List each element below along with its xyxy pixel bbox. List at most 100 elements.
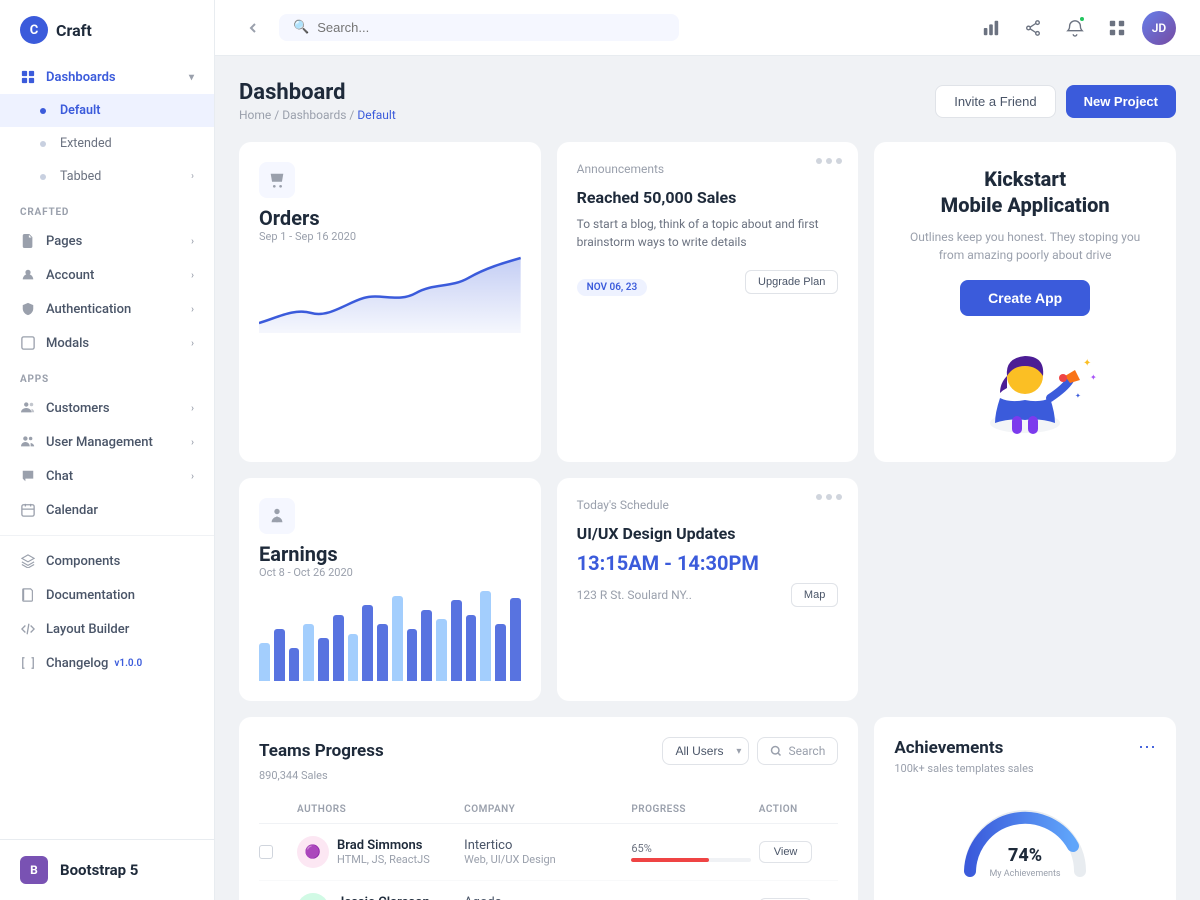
earnings-bar (451, 600, 462, 681)
chevron-right-icon: › (191, 236, 194, 247)
chevron-right-icon: › (191, 471, 194, 482)
sidebar-item-label: Dashboards (46, 70, 116, 85)
earnings-chart (259, 591, 521, 681)
user-filter[interactable]: All Users (662, 737, 749, 765)
notification-icon-btn[interactable] (1058, 11, 1092, 45)
row-checkbox[interactable] (259, 845, 273, 859)
sidebar-item-changelog[interactable]: Changelog v1.0.0 (0, 646, 214, 680)
sidebar-item-tabbed[interactable]: Tabbed › (0, 160, 214, 193)
sidebar-item-documentation[interactable]: Documentation (0, 578, 214, 612)
sidebar-item-chat[interactable]: Chat › (0, 459, 214, 493)
sidebar-item-label: Layout Builder (46, 622, 129, 637)
table-row: 🍀 Jessie Clarcson C#, ASP.NET, MS SQL Ag… (259, 881, 838, 900)
analytics-icon-btn[interactable] (974, 11, 1008, 45)
schedule-title: UI/UX Design Updates (577, 524, 839, 543)
invite-friend-button[interactable]: Invite a Friend (935, 85, 1055, 118)
dashboard-bottom-row: Teams Progress All Users Search (239, 717, 1176, 900)
table-row: 🟣 Brad Simmons HTML, JS, ReactJS Interti… (259, 824, 838, 881)
dashboard-top-row: Orders Sep 1 - Sep 16 2020 (239, 142, 1176, 462)
logo-icon: C (20, 16, 48, 44)
sidebar-item-components[interactable]: Components (0, 544, 214, 578)
company-cell: Agoda Houses & Hotels (464, 895, 623, 900)
users-icon (20, 400, 36, 416)
earnings-bar (377, 624, 388, 681)
sidebar-item-user-management[interactable]: User Management › (0, 425, 214, 459)
create-app-button[interactable]: Create App (960, 280, 1090, 316)
author-info: Jessie Clarcson C#, ASP.NET, MS SQL (337, 895, 441, 900)
author-avatar: 🟣 (297, 836, 329, 868)
earnings-bar (259, 643, 270, 681)
upgrade-plan-button[interactable]: Upgrade Plan (745, 270, 838, 294)
earnings-bar (510, 598, 521, 681)
sidebar-item-extended[interactable]: Extended (0, 127, 214, 160)
orders-chart (259, 253, 521, 333)
file-icon (20, 233, 36, 249)
company-name: Intertico (464, 838, 623, 853)
user-filter-wrapper: All Users (662, 737, 749, 765)
svg-text:✦: ✦ (1075, 392, 1081, 400)
earnings-bar (392, 596, 403, 681)
sidebar-item-pages[interactable]: Pages › (0, 224, 214, 258)
topbar: 🔍 JD (215, 0, 1200, 56)
notification-dot (1078, 15, 1086, 23)
share-icon-btn[interactable] (1016, 11, 1050, 45)
sidebar-item-customers[interactable]: Customers › (0, 391, 214, 425)
schedule-dots (816, 494, 842, 500)
sidebar-item-calendar[interactable]: Calendar (0, 493, 214, 527)
sidebar-logo[interactable]: C Craft (0, 0, 214, 60)
earnings-bar (303, 624, 314, 681)
search-bar[interactable]: 🔍 (279, 14, 679, 41)
svg-text:✦: ✦ (1090, 373, 1097, 382)
earnings-bar (362, 605, 373, 681)
teams-search[interactable]: Search (757, 737, 838, 765)
avatar[interactable]: JD (1142, 11, 1176, 45)
teams-progress-card: Teams Progress All Users Search (239, 717, 858, 900)
donut-chart: 74% My Achievements (960, 791, 1090, 891)
achievements-card: Achievements ⋯ 100k+ sales templates sal… (874, 717, 1176, 900)
promo-title: KickstartMobile Application (898, 166, 1152, 218)
sidebar-item-dashboards[interactable]: Dashboards ▾ (0, 60, 214, 94)
announcements-title: Reached 50,000 Sales (577, 188, 839, 207)
sidebar-item-modals[interactable]: Modals › (0, 326, 214, 360)
avatar-image: JD (1142, 11, 1176, 45)
search-icon: 🔍 (293, 20, 309, 35)
progress-value: 65% (631, 842, 750, 855)
earnings-bar (480, 591, 491, 681)
earnings-date: Oct 8 - Oct 26 2020 (259, 566, 521, 579)
sidebar-item-account[interactable]: Account › (0, 258, 214, 292)
inactive-dot (40, 141, 46, 147)
sidebar-item-authentication[interactable]: Authentication › (0, 292, 214, 326)
orders-card: Orders Sep 1 - Sep 16 2020 (239, 142, 541, 462)
teams-title: Teams Progress (259, 741, 384, 761)
teams-header: Teams Progress All Users Search (259, 737, 838, 765)
sidebar-item-label: Chat (46, 469, 73, 484)
author-cell: 🍀 Jessie Clarcson C#, ASP.NET, MS SQL (297, 893, 456, 900)
company-cell: Intertico Web, UI/UX Design (464, 838, 623, 866)
sidebar-item-default[interactable]: Default (0, 94, 214, 127)
announcements-tag: NOV 06, 23 (577, 279, 648, 296)
teams-subtitle: 890,344 Sales (259, 769, 838, 782)
progress-cell: 65% (631, 842, 750, 862)
sidebar-item-label: Modals (46, 336, 89, 351)
earnings-card: Earnings Oct 8 - Oct 26 2020 (239, 478, 541, 701)
earnings-icon (259, 498, 295, 534)
col-check (259, 804, 289, 815)
back-button[interactable] (239, 14, 267, 42)
achievements-options[interactable]: ⋯ (1138, 737, 1156, 758)
code-bracket-icon (20, 655, 36, 671)
view-button[interactable]: View (759, 841, 813, 863)
sidebar: C Craft Dashboards ▾ Default Extended Ta… (0, 0, 215, 900)
page-header-actions: Invite a Friend New Project (935, 85, 1176, 118)
announcements-card: Announcements Reached 50,000 Sales To st… (557, 142, 859, 462)
grid-icon (20, 69, 36, 85)
donut-value: 74% (1008, 845, 1042, 866)
sidebar-item-label: Extended (60, 136, 112, 151)
new-project-button[interactable]: New Project (1066, 85, 1176, 118)
search-input[interactable] (317, 20, 665, 35)
map-button[interactable]: Map (791, 583, 838, 607)
teams-table-header: AUTHORS COMPANY PROGRESS ACTION (259, 796, 838, 824)
apps-icon-btn[interactable] (1100, 11, 1134, 45)
promo-subtitle: Outlines keep you honest. They stoping y… (898, 228, 1152, 264)
earnings-bar (318, 638, 329, 681)
sidebar-item-layout-builder[interactable]: Layout Builder (0, 612, 214, 646)
